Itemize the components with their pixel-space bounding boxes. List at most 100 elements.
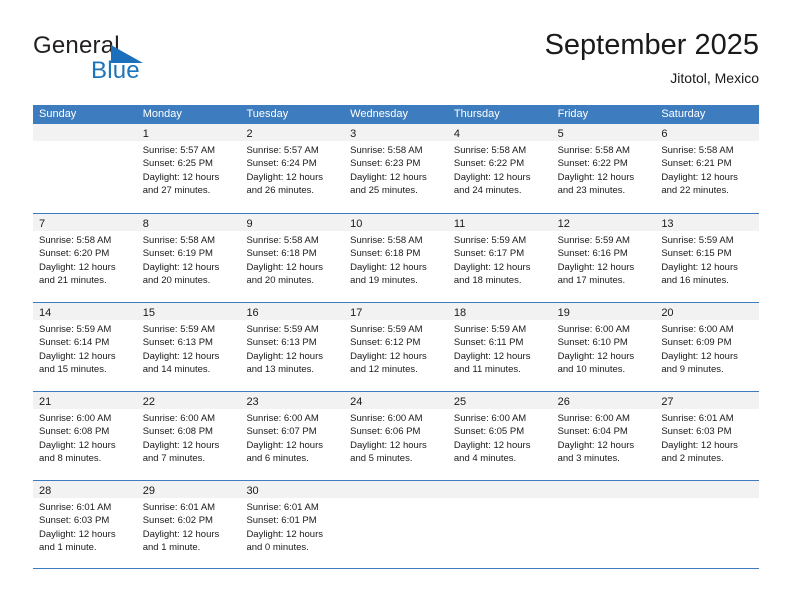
day-detail-line: Daylight: 12 hours <box>246 350 324 362</box>
calendar-day-cell[interactable]: 3 Sunrise: 5:58 AM Sunset: 6:23 PM Daylight… <box>344 124 448 213</box>
calendar-day-cell[interactable]: 18 Sunrise: 5:59 AM Sunset: 6:11 PM Dayligh… <box>447 303 552 391</box>
day-detail-line: Sunset: 6:22 PM <box>453 158 525 170</box>
day-detail-line: Daylight: 12 hours <box>142 171 220 183</box>
day-number-band: 5 <box>551 124 656 141</box>
day-details: Sunrise: 5:57 AM Sunset: 6:25 PM Daylight:… <box>137 141 241 198</box>
calendar-day-cell[interactable]: 12 Sunrise: 5:59 AM Sunset: 6:16 PM Dayligh… <box>551 214 656 302</box>
day-details: Sunrise: 5:58 AM Sunset: 6:19 PM Daylight:… <box>137 231 241 288</box>
calendar-day-cell[interactable]: 28 Sunrise: 6:01 AM Sunset: 6:03 PM Dayligh… <box>33 481 137 568</box>
day-detail-line: and 27 minutes. <box>142 185 211 197</box>
day-detail-line: Sunset: 6:02 PM <box>142 515 213 527</box>
day-number-band: 13 <box>655 214 760 231</box>
day-details: Sunrise: 5:59 AM Sunset: 6:14 PM Daylight:… <box>33 320 137 377</box>
calendar-day-cell[interactable]: 14 Sunrise: 5:59 AM Sunset: 6:14 PM Dayligh… <box>33 303 137 391</box>
calendar-day-cell[interactable]: 19 Sunrise: 6:00 AM Sunset: 6:10 PM Dayligh… <box>551 303 656 391</box>
weekday-header-thursday: Thursday <box>453 108 500 120</box>
day-number-band: 7 <box>33 214 137 231</box>
day-detail-line: Sunset: 6:08 PM <box>39 426 110 438</box>
day-detail-line: Daylight: 12 hours <box>246 261 324 273</box>
day-number-band: 1 <box>136 124 241 141</box>
calendar-day-cell[interactable]: 2 Sunrise: 5:57 AM Sunset: 6:24 PM Daylight… <box>240 124 345 213</box>
day-detail-line: and 11 minutes. <box>453 364 521 376</box>
calendar-day-cell[interactable]: 22 Sunrise: 6:00 AM Sunset: 6:08 PM Dayligh… <box>136 392 241 480</box>
day-number-band: 4 <box>447 124 552 141</box>
day-number-band: 18 <box>447 303 552 320</box>
day-details: Sunrise: 6:00 AM Sunset: 6:10 PM Daylight:… <box>552 320 656 377</box>
day-detail-line: and 14 minutes. <box>142 364 211 376</box>
calendar-week-row: 7 Sunrise: 5:58 AM Sunset: 6:20 PM Daylight… <box>33 213 760 302</box>
day-detail-line: and 8 minutes. <box>39 453 102 465</box>
day-details <box>552 498 656 501</box>
day-number-band: 20 <box>655 303 760 320</box>
day-number-band: 14 <box>33 303 137 320</box>
calendar-day-cell[interactable]: 26 Sunrise: 6:00 AM Sunset: 6:04 PM Dayligh… <box>551 392 656 480</box>
calendar-grid: Sunday Monday Tuesday Wednesday Thursday Frid… <box>33 105 760 569</box>
day-details: Sunrise: 5:58 AM Sunset: 6:18 PM Daylight:… <box>240 231 344 288</box>
day-detail-line: Daylight: 12 hours <box>453 261 531 273</box>
day-detail-line: Sunrise: 6:01 AM <box>142 502 216 513</box>
day-detail-line: Sunrise: 6:00 AM <box>557 324 630 335</box>
day-detail-line: Sunset: 6:03 PM <box>39 515 110 527</box>
day-detail-line: Daylight: 12 hours <box>350 261 427 273</box>
calendar-day-cell[interactable]: 5 Sunrise: 5:58 AM Sunset: 6:22 PM Daylight… <box>551 124 656 213</box>
calendar-day-cell[interactable]: 10 Sunrise: 5:58 AM Sunset: 6:18 PM Dayligh… <box>344 214 448 302</box>
day-detail-line: Daylight: 12 hours <box>142 528 220 540</box>
calendar-day-cell-empty <box>33 124 137 213</box>
calendar-day-cell[interactable]: 20 Sunrise: 6:00 AM Sunset: 6:09 PM Dayligh… <box>655 303 760 391</box>
calendar-day-cell[interactable]: 25 Sunrise: 6:00 AM Sunset: 6:05 PM Dayligh… <box>447 392 552 480</box>
day-detail-line: Sunrise: 5:58 AM <box>39 235 112 246</box>
calendar-day-cell[interactable]: 9 Sunrise: 5:58 AM Sunset: 6:18 PM Daylight… <box>240 214 345 302</box>
day-detail-line: Daylight: 12 hours <box>246 528 324 540</box>
day-number-band: 11 <box>447 214 552 231</box>
day-number-band: 19 <box>551 303 656 320</box>
day-number: 5 <box>557 128 564 140</box>
calendar-day-cell[interactable]: 24 Sunrise: 6:00 AM Sunset: 6:06 PM Dayligh… <box>344 392 448 480</box>
weekday-header-saturday: Saturday <box>661 108 706 120</box>
day-details: Sunrise: 5:58 AM Sunset: 6:22 PM Daylight:… <box>552 141 656 198</box>
day-number-band: 29 <box>136 481 241 498</box>
calendar-day-cell[interactable]: 8 Sunrise: 5:58 AM Sunset: 6:19 PM Daylight… <box>136 214 241 302</box>
calendar-day-cell[interactable]: 21 Sunrise: 6:00 AM Sunset: 6:08 PM Dayligh… <box>33 392 137 480</box>
day-number: 9 <box>246 218 253 230</box>
day-number: 24 <box>350 396 363 408</box>
day-detail-line: and 22 minutes. <box>661 185 729 197</box>
calendar-day-cell[interactable]: 15 Sunrise: 5:59 AM Sunset: 6:13 PM Dayligh… <box>136 303 241 391</box>
day-detail-line: and 1 minute. <box>39 542 97 554</box>
day-details: Sunrise: 6:00 AM Sunset: 6:05 PM Daylight:… <box>448 409 552 466</box>
calendar-day-cell[interactable]: 13 Sunrise: 5:59 AM Sunset: 6:15 PM Dayligh… <box>655 214 760 302</box>
calendar-day-cell[interactable]: 30 Sunrise: 6:01 AM Sunset: 6:01 PM Dayligh… <box>240 481 345 568</box>
calendar-day-cell[interactable]: 17 Sunrise: 5:59 AM Sunset: 6:12 PM Dayligh… <box>344 303 448 391</box>
day-detail-line: and 15 minutes. <box>39 364 107 376</box>
day-number-band: 10 <box>344 214 448 231</box>
calendar-day-cell[interactable]: 4 Sunrise: 5:58 AM Sunset: 6:22 PM Daylight… <box>447 124 552 213</box>
day-number: 15 <box>142 307 155 319</box>
calendar-day-cell[interactable]: 29 Sunrise: 6:01 AM Sunset: 6:02 PM Dayligh… <box>136 481 241 568</box>
day-number-band: 6 <box>655 124 760 141</box>
day-details: Sunrise: 5:58 AM Sunset: 6:20 PM Daylight:… <box>33 231 137 288</box>
day-detail-line: Sunrise: 5:57 AM <box>246 145 319 156</box>
day-number-band: 3 <box>344 124 448 141</box>
day-detail-line: Daylight: 12 hours <box>350 439 427 451</box>
day-detail-line: Sunrise: 5:59 AM <box>453 324 527 335</box>
title-block: September 2025 Jitotol, Mexico <box>545 28 759 88</box>
day-detail-line: and 4 minutes. <box>453 453 517 465</box>
calendar-day-cell[interactable]: 11 Sunrise: 5:59 AM Sunset: 6:17 PM Dayligh… <box>447 214 552 302</box>
day-detail-line: Sunset: 6:09 PM <box>661 337 732 349</box>
calendar-day-cell[interactable]: 1 Sunrise: 5:57 AM Sunset: 6:25 PM Daylight… <box>136 124 241 213</box>
day-number: 7 <box>39 218 46 230</box>
calendar-day-cell[interactable]: 23 Sunrise: 6:00 AM Sunset: 6:07 PM Dayligh… <box>240 392 345 480</box>
day-detail-line: Daylight: 12 hours <box>661 171 738 183</box>
day-detail-line: and 19 minutes. <box>350 275 418 287</box>
day-detail-line: Sunset: 6:22 PM <box>557 158 628 170</box>
calendar-day-cell[interactable]: 16 Sunrise: 5:59 AM Sunset: 6:13 PM Dayligh… <box>240 303 345 391</box>
calendar-day-cell[interactable]: 7 Sunrise: 5:58 AM Sunset: 6:20 PM Daylight… <box>33 214 137 302</box>
weekday-header-friday: Friday <box>557 108 589 120</box>
day-details: Sunrise: 5:59 AM Sunset: 6:15 PM Daylight:… <box>655 231 759 288</box>
calendar-day-cell[interactable]: 27 Sunrise: 6:01 AM Sunset: 6:03 PM Dayligh… <box>655 392 760 480</box>
calendar-day-cell[interactable]: 6 Sunrise: 5:58 AM Sunset: 6:21 PM Daylight… <box>655 124 760 213</box>
day-detail-line: Sunrise: 5:59 AM <box>39 324 112 335</box>
day-detail-line: and 17 minutes. <box>557 275 626 287</box>
general-blue-logo[interactable]: General Blue <box>33 32 223 90</box>
day-number: 20 <box>661 307 674 319</box>
day-number: 3 <box>350 128 357 140</box>
